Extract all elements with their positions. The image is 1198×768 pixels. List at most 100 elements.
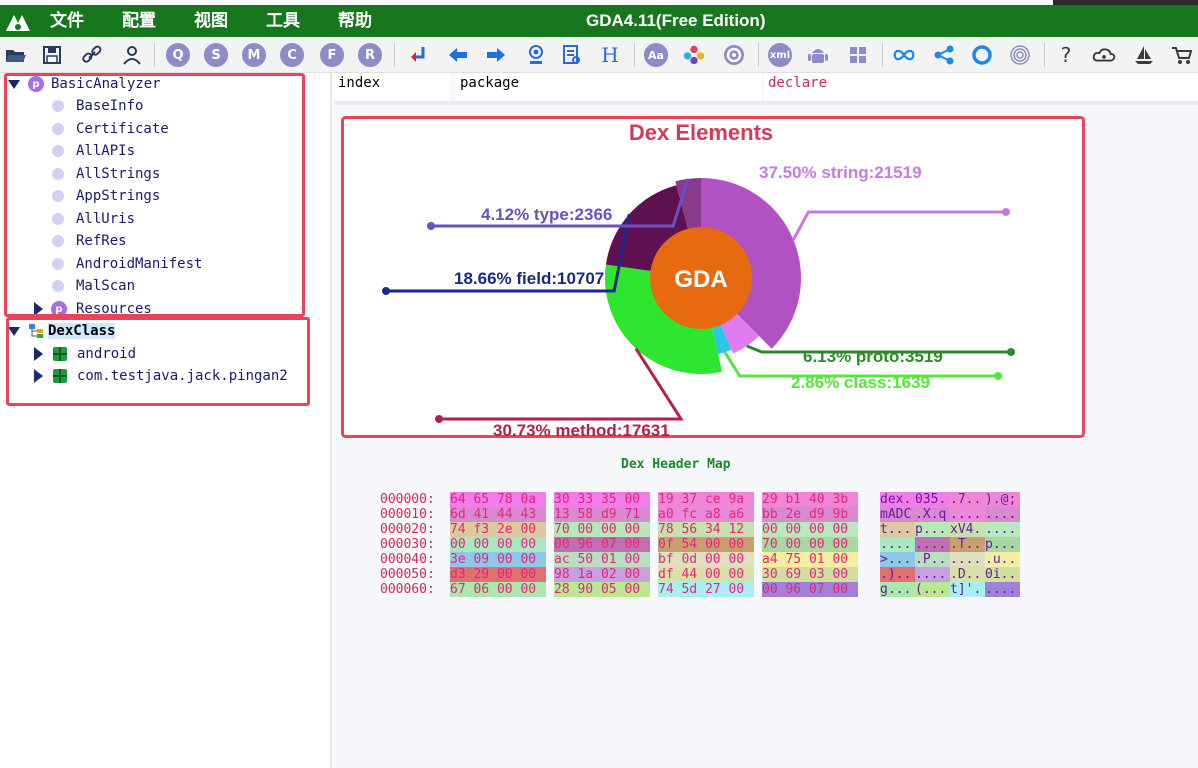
hexmap-bytes: 30 33 35 00 <box>554 492 650 507</box>
menu-tools[interactable]: 工具 <box>266 5 300 37</box>
settings-icon[interactable] <box>722 43 746 67</box>
forward-arrow-icon[interactable] <box>484 43 508 67</box>
hexmap-bytes: 70 00 00 00 <box>762 537 858 552</box>
link-icon[interactable] <box>80 43 104 67</box>
hexmap-bytes: 74 5d 27 00 <box>658 582 754 597</box>
hexmap-bytes: df 44 00 00 <box>658 567 754 582</box>
hexmap-bytes: a4 75 01 00 <box>762 552 858 567</box>
windows-icon[interactable] <box>846 43 870 67</box>
hexmap-ascii: .... <box>985 507 1020 522</box>
f-icon[interactable]: F <box>320 43 344 67</box>
column-header-label: declare <box>768 75 828 91</box>
menu-bar: 文件 配置 视图 工具 帮助 <box>50 5 410 37</box>
return-icon[interactable] <box>406 43 430 67</box>
toolbar: Q S M C F R H Aa xml ? <box>0 37 1198 73</box>
hexmap-bytes: 19 37 ce 9a <box>658 492 754 507</box>
boat-icon[interactable] <box>1132 43 1156 67</box>
pie-slice-label: 2.86% class:1639 <box>791 373 930 392</box>
main-panel: index package declare Dex Elements GDA 3… <box>334 73 1198 768</box>
palette-icon[interactable] <box>682 43 706 67</box>
user-icon[interactable] <box>120 43 144 67</box>
report-icon[interactable] <box>560 43 584 67</box>
hexmap-ascii: .P.. <box>915 552 950 567</box>
infinity-icon[interactable] <box>892 43 916 67</box>
hexmap-ascii: g... <box>880 582 915 597</box>
hexmap-ascii: .7.. <box>950 492 985 507</box>
hexmap-bytes: 00 00 00 00 <box>762 522 858 537</box>
hexmap-ascii: .... <box>915 567 950 582</box>
menu-view[interactable]: 视图 <box>194 5 228 37</box>
hexmap-bytes: 00 96 07 00 <box>554 537 650 552</box>
hexmap-bytes: bf 0d 00 00 <box>658 552 754 567</box>
pie-leader-dot <box>1007 348 1015 356</box>
toolbar-separator <box>882 43 883 67</box>
hexmap-bytes: a0 fc a8 a6 <box>658 507 754 522</box>
fingerprint-icon[interactable] <box>1008 43 1032 67</box>
help-icon[interactable]: ? <box>1054 43 1078 67</box>
gda-logo-icon <box>6 15 30 31</box>
location-icon[interactable] <box>524 43 548 67</box>
highlight-box-dexclass <box>6 317 310 406</box>
tree-panel: p BasicAnalyzer BaseInfo Certificate All… <box>0 73 332 768</box>
hexmap-bytes: 6d 41 44 43 <box>450 507 546 522</box>
hexmap-ascii: .... <box>880 537 915 552</box>
hexmap-ascii: .X.q <box>915 507 950 522</box>
hexmap-title: Dex Header Map <box>621 457 731 472</box>
hexmap-ascii: .... <box>985 582 1020 597</box>
column-header-package[interactable]: package <box>456 73 762 101</box>
hexmap-bytes: 00 00 00 00 <box>450 537 546 552</box>
cloud-icon[interactable] <box>1092 43 1116 67</box>
hexmap-bytes: bb 2e d9 9b <box>762 507 858 522</box>
menu-config[interactable]: 配置 <box>122 5 156 37</box>
pie-leader-dot <box>435 415 443 423</box>
column-header-declare[interactable]: declare <box>764 73 1198 101</box>
hexmap-ascii: .... <box>950 507 985 522</box>
circle-icon[interactable] <box>970 43 994 67</box>
hexmap-bytes: 13 58 d9 71 <box>554 507 650 522</box>
title-bar: 文件 配置 视图 工具 帮助 GDA4.11(Free Edition) <box>0 5 1198 37</box>
open-folder-icon[interactable] <box>4 43 28 67</box>
window-title: GDA4.11(Free Edition) <box>586 11 766 30</box>
hexmap-bytes: 0f 54 00 00 <box>658 537 754 552</box>
s-icon[interactable]: S <box>204 43 228 67</box>
hexmap-bytes: 00 96 07 00 <box>762 582 858 597</box>
hexmap-ascii: .D.. <box>950 567 985 582</box>
share-icon[interactable] <box>932 43 956 67</box>
h-icon[interactable]: H <box>598 43 622 67</box>
back-arrow-icon[interactable] <box>446 43 470 67</box>
toolbar-separator <box>394 43 395 67</box>
aa-icon[interactable]: Aa <box>644 43 668 67</box>
m-icon[interactable]: M <box>242 43 266 67</box>
hexmap-ascii: .).. <box>880 567 915 582</box>
pie-slice-label: 30.73% method:17631 <box>493 421 670 438</box>
save-icon[interactable] <box>40 43 64 67</box>
hexmap-ascii: t... <box>880 522 915 537</box>
r-icon[interactable]: R <box>358 43 382 67</box>
android-icon[interactable] <box>806 43 830 67</box>
hexmap-offset: 000060: <box>380 582 435 597</box>
cart-icon[interactable] <box>1170 43 1194 67</box>
pie-leader-dot <box>427 222 435 230</box>
hexmap-bytes: 98 1a 02 00 <box>554 567 650 582</box>
hexmap-offset: 000000: <box>380 492 435 507</box>
menu-file[interactable]: 文件 <box>50 5 84 37</box>
xml-icon[interactable]: xml <box>768 43 792 67</box>
hexmap-bytes: d3 29 00 00 <box>450 567 546 582</box>
c-icon[interactable]: C <box>280 43 304 67</box>
hexmap-ascii: 0i.. <box>985 567 1020 582</box>
column-header-label: package <box>460 75 520 91</box>
hexmap-bytes: 67 06 00 00 <box>450 582 546 597</box>
hexmap-bytes: 70 00 00 00 <box>554 522 650 537</box>
toolbar-separator <box>758 43 759 67</box>
highlight-box-analyzer <box>4 73 305 317</box>
column-header-index[interactable]: index <box>334 73 450 101</box>
hexmap-offset: 000020: <box>380 522 435 537</box>
pie-slice-label: 18.66% field:10707 <box>454 269 604 288</box>
pie-leader-dot <box>1002 208 1010 216</box>
chart-center-label: GDA <box>674 266 727 293</box>
hexmap-offset: 000040: <box>380 552 435 567</box>
q-icon[interactable]: Q <box>166 43 190 67</box>
hexmap-ascii: t]'. <box>950 582 985 597</box>
hexmap-ascii: xV4. <box>950 522 985 537</box>
menu-help[interactable]: 帮助 <box>338 5 372 37</box>
